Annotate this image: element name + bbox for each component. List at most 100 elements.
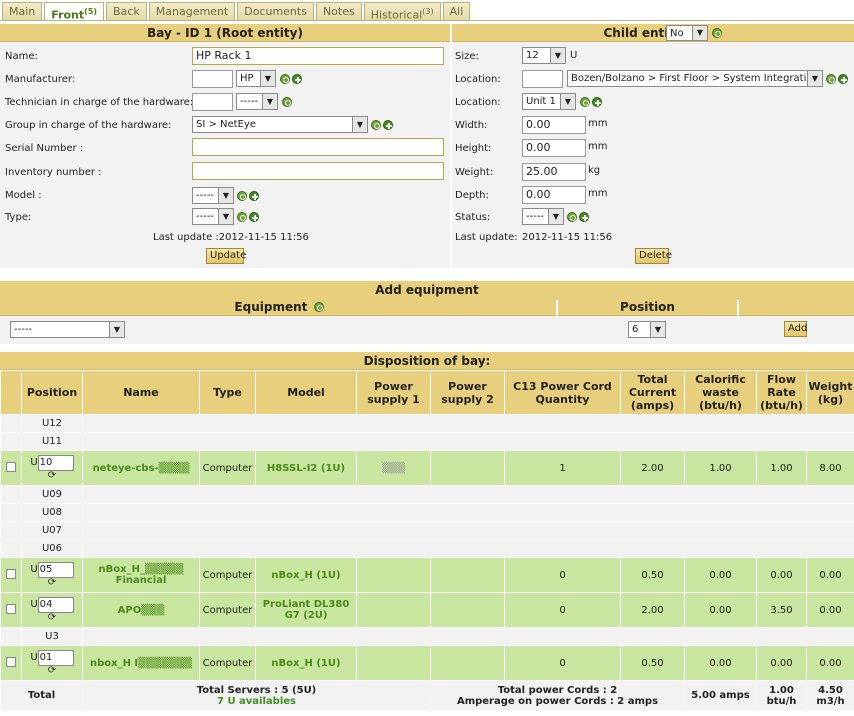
size-unit: U [570,50,578,61]
calorific-waste: 0.00 [684,557,757,593]
inventory-input[interactable] [192,162,444,180]
equipment-name[interactable]: neteye-cbs-▒▒▒▒ [82,450,200,486]
search-icon[interactable] [282,97,292,107]
refresh-icon[interactable]: ⟳ [22,578,82,588]
add-icon[interactable] [249,191,259,201]
search-icon[interactable] [826,74,836,84]
refresh-icon[interactable]: ⟳ [22,613,82,623]
equipment-model[interactable]: nBox_H (1U) [255,557,357,593]
equipment-select[interactable]: ----- ▼ [10,321,125,338]
disposition-table: Position Name Type Model Power supply 1 Power… [0,370,854,711]
location-select[interactable]: Bozen/Bolzano > First Floor > System Int… [567,70,823,87]
chevron-down-icon: ▼ [218,188,233,203]
tab-all[interactable]: All [442,2,471,21]
add-icon[interactable] [292,74,302,84]
table-row: U09 [0,485,854,504]
tab-notes[interactable]: Notes [315,2,362,21]
equipment-name[interactable]: nBox_H_▒▒▒▒▒ Financial [82,557,200,593]
add-icon[interactable] [249,212,259,222]
equipment-model[interactable]: ProLiant DL380 G7 (2U) [255,592,357,628]
name-input[interactable]: HP Rack 1 [192,47,444,65]
technician-search-input[interactable] [192,93,233,111]
position-cell: U08 [21,503,83,522]
search-icon[interactable] [712,28,722,38]
status-select[interactable]: ----- ▼ [522,208,564,225]
height-input[interactable]: 0.00 [522,139,586,157]
checkbox-column-header [0,370,22,415]
location-search-input[interactable] [522,70,563,88]
tab-front[interactable]: Front(5) [44,2,105,22]
search-icon[interactable] [237,212,247,222]
position-input[interactable]: 01 [37,650,74,666]
search-icon[interactable] [313,302,324,312]
power-supply-1 [356,645,431,681]
refresh-icon[interactable]: ⟳ [22,471,82,481]
tab-documents[interactable]: Documents [237,2,314,21]
tab-bar: Main Front(5) Back Management Documents Notes… [2,2,471,22]
child-entities-select[interactable]: No ▼ [666,25,708,41]
position-input[interactable]: 04 [37,597,74,613]
update-button[interactable]: Update [206,248,246,264]
checkbox-cell [0,627,22,646]
column-header: C13 Power Cord Quantity [504,370,621,415]
delete-button[interactable]: Delete [635,248,672,264]
position-input[interactable]: 10 [37,455,74,471]
amperage-text: Amperage on power Cords : 2 amps [456,695,659,707]
depth-input[interactable]: 0.00 [522,186,586,204]
type-select[interactable]: ----- ▼ [192,208,234,225]
flow-rate: 3.50 [756,592,807,628]
row-checkbox[interactable] [6,603,16,614]
tab-main[interactable]: Main [2,2,43,21]
chevron-down-icon: ▼ [692,26,707,40]
equipment-name[interactable]: APO▒▒▒ [82,592,200,628]
manufacturer-search-input[interactable] [192,70,233,88]
search-icon[interactable] [580,97,590,107]
total-flow: 4.50 m3/h [806,680,854,711]
row-checkbox[interactable] [6,656,16,667]
flow-rate: 0.00 [756,645,807,681]
tab-management[interactable]: Management [148,2,236,21]
serial-input[interactable] [192,138,444,156]
add-icon[interactable] [383,120,393,130]
total-servers-text: Total Servers : 5 (5U) [196,684,317,696]
equipment-model[interactable]: H8SSL-I2 (1U) [255,450,357,486]
add-icon[interactable] [592,97,602,107]
tab-label: Main [9,5,36,18]
add-icon[interactable] [838,74,848,84]
position-select[interactable]: 6 ▼ [628,321,666,338]
position-input[interactable]: 05 [37,562,74,578]
size-select[interactable]: 12 ▼ [522,47,566,64]
width-input[interactable]: 0.00 [522,116,586,134]
manufacturer-select[interactable]: HP ▼ [236,70,276,87]
tab-back[interactable]: Back [106,2,147,21]
tab-label: Notes [322,5,355,18]
empty-slot [82,503,854,522]
unit-select[interactable]: Unit 1 ▼ [522,93,576,110]
row-checkbox[interactable] [6,461,16,472]
calorific-waste: 0.00 [684,645,757,681]
add-icon[interactable] [579,212,589,222]
search-icon[interactable] [371,120,381,130]
column-header: Flow Rate (btu/h) [756,370,807,415]
total-current: 0.50 [620,557,685,593]
weight-input[interactable]: 25.00 [522,163,586,181]
empty-slot [82,521,854,540]
size-label: Size: [455,51,479,62]
row-checkbox[interactable] [6,568,16,579]
search-icon[interactable] [567,212,577,222]
equipment-name[interactable]: nbox_H I▒▒▒▒▒▒▒ [82,645,200,681]
tab-label: Management [155,5,229,18]
search-icon[interactable] [237,191,247,201]
technician-select[interactable]: ----- ▼ [236,93,278,110]
add-button[interactable]: Add [784,321,807,337]
group-select[interactable]: SI > NetEye ▼ [192,116,368,133]
name-label: Name: [5,51,38,62]
search-icon[interactable] [280,74,290,84]
model-select[interactable]: ----- ▼ [192,187,234,204]
tab-historical[interactable]: Historical(3) [363,2,441,22]
checkbox-cell [0,414,22,433]
equipment-model[interactable]: nBox_H (1U) [255,645,357,681]
weight: 0.00 [806,592,854,628]
refresh-icon[interactable]: ⟳ [22,666,82,676]
technician-label: Technician in charge of the hardware: [5,97,194,108]
